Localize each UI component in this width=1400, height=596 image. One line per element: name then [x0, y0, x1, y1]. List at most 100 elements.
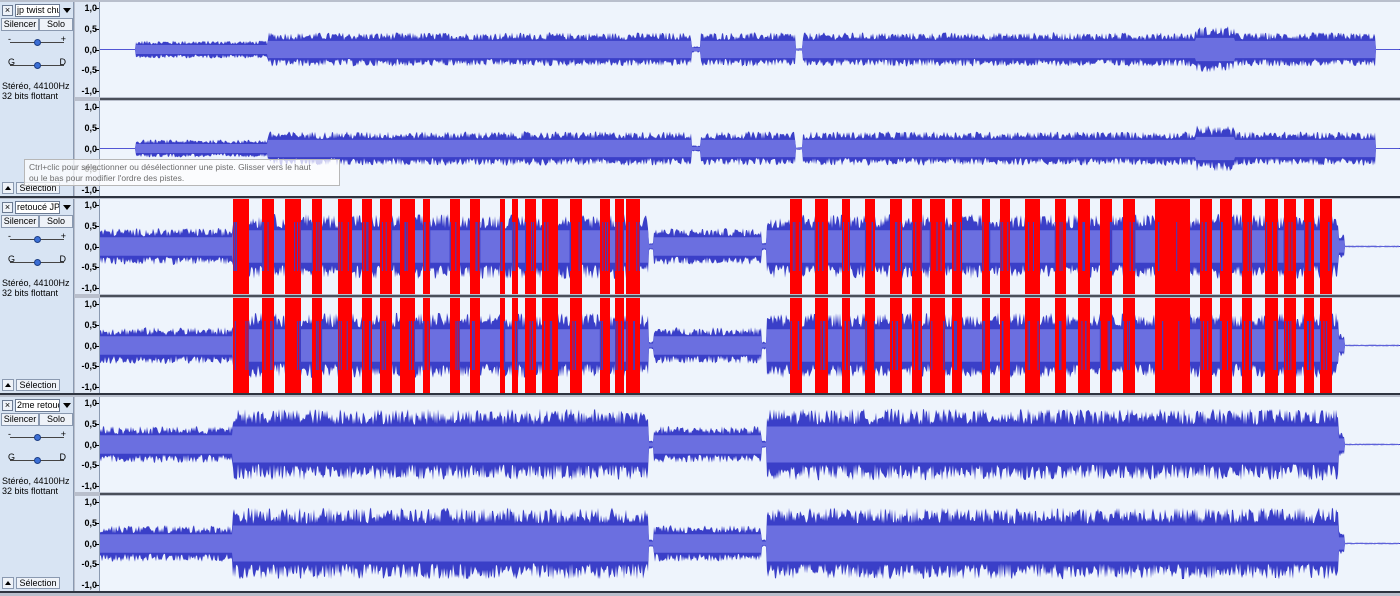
- chevron-down-icon[interactable]: [63, 403, 71, 408]
- ruler-tick: [95, 564, 99, 566]
- ruler-tick: [95, 246, 99, 248]
- collapse-track-button[interactable]: [2, 379, 14, 391]
- clipping-marker: [450, 298, 460, 393]
- clipping-marker: [285, 199, 301, 294]
- ruler-tick: [95, 465, 99, 467]
- clipping-marker: [1000, 199, 1010, 294]
- clipping-marker: [1320, 298, 1332, 393]
- ruler-tick: [95, 423, 99, 425]
- ruler-tick: [95, 387, 99, 388]
- track-format-bits: 32 bits flottant: [2, 288, 59, 298]
- waveform-channel[interactable]: [100, 298, 1400, 393]
- waveform-rms: [100, 37, 1399, 62]
- select-track-button[interactable]: Sélection: [16, 577, 60, 589]
- clipping-marker: [790, 298, 802, 393]
- gain-slider[interactable]: - +: [6, 429, 68, 442]
- waveform-channel[interactable]: [100, 496, 1400, 591]
- clipping-marker: [400, 298, 415, 393]
- ruler-tick: [95, 28, 99, 30]
- amplitude-ruler: 1,00,50,0-0,5-1,0: [75, 2, 100, 97]
- mute-button[interactable]: Silencer: [1, 413, 39, 426]
- ruler-tick: [95, 543, 99, 545]
- track-name-menu[interactable]: 2me retouch: [15, 399, 60, 412]
- clipping-marker: [1155, 199, 1190, 294]
- clipping-marker: [615, 298, 624, 393]
- ruler-tick: [95, 148, 99, 150]
- ruler-tick: [95, 8, 99, 9]
- clipping-marker: [338, 199, 352, 294]
- ruler-tick: [95, 502, 99, 503]
- track-name-menu[interactable]: jp twist chub: [15, 4, 60, 17]
- ruler-tick: [95, 205, 99, 206]
- waveform-svg: [100, 298, 1400, 393]
- waveform-channel[interactable]: [100, 2, 1400, 97]
- ruler-tick: [95, 403, 99, 404]
- chevron-down-icon[interactable]: [63, 8, 71, 13]
- track-name-menu[interactable]: retoucé JP: [15, 201, 60, 214]
- pan-slider-knob[interactable]: [34, 457, 41, 464]
- ruler-tick: [95, 91, 99, 92]
- waveform-channel[interactable]: [100, 397, 1400, 492]
- chevron-down-icon[interactable]: [63, 205, 71, 210]
- track-separator: [0, 591, 1400, 593]
- solo-button[interactable]: Solo: [39, 18, 73, 31]
- ruler-tick: [95, 304, 99, 305]
- close-track-button[interactable]: ×: [2, 5, 13, 16]
- solo-button[interactable]: Solo: [39, 215, 73, 228]
- clipping-marker: [450, 199, 460, 294]
- mute-button[interactable]: Silencer: [1, 215, 39, 228]
- clipping-marker: [470, 298, 480, 393]
- collapse-track-button[interactable]: [2, 182, 14, 194]
- pan-slider[interactable]: GD: [6, 452, 68, 465]
- ruler-tick: [95, 288, 99, 289]
- tooltip-line-1: Ctrl+clic pour sélectionner ou désélecti…: [29, 162, 311, 172]
- gain-slider[interactable]: - +: [6, 231, 68, 244]
- ruler-tick: [95, 444, 99, 446]
- clipping-marker: [470, 199, 480, 294]
- gain-slider[interactable]: - +: [6, 34, 68, 47]
- pan-slider[interactable]: GD: [6, 57, 68, 70]
- ruler-tick: [95, 70, 99, 72]
- clipping-marker: [1200, 298, 1212, 393]
- ruler-tick: [95, 366, 99, 368]
- clipping-marker: [285, 298, 301, 393]
- clipping-marker: [1000, 298, 1010, 393]
- clipping-marker: [1078, 298, 1090, 393]
- clipping-marker: [912, 298, 922, 393]
- clipping-marker: [1123, 199, 1135, 294]
- clipping-marker: [1100, 298, 1112, 393]
- collapse-track-button[interactable]: [2, 577, 14, 589]
- mute-solo-row: Silencer Solo: [1, 18, 73, 31]
- ruler-tick: [95, 345, 99, 347]
- ruler-tick: [95, 267, 99, 269]
- gain-slider-knob[interactable]: [34, 434, 41, 441]
- tooltip: Ctrl+clic pour sélectionner ou désélecti…: [24, 159, 340, 186]
- track-separator: [0, 393, 1400, 395]
- close-track-button[interactable]: ×: [2, 202, 13, 213]
- track-control-panel[interactable]: ×2me retouchSilencerSolo -+ GD Stéréo, 4410…: [0, 397, 74, 591]
- amplitude-ruler: 1,00,50,0-0,5-1,0: [75, 199, 100, 294]
- clipping-marker: [338, 298, 352, 393]
- close-track-button[interactable]: ×: [2, 400, 13, 411]
- clipping-marker: [1025, 199, 1040, 294]
- track-title-row: ×2me retouch: [1, 399, 73, 412]
- channel-separator: [100, 493, 1400, 495]
- track-format-info: Stéréo, 44100Hz: [2, 81, 70, 91]
- gain-slider-knob[interactable]: [34, 236, 41, 243]
- pan-slider[interactable]: GD: [6, 254, 68, 267]
- track-control-panel[interactable]: × retoucé JP Silencer Solo - + G D Stéréo, 44100…: [0, 199, 74, 393]
- waveform-channel[interactable]: [100, 199, 1400, 294]
- clipping-marker: [865, 199, 875, 294]
- solo-button[interactable]: Solo: [39, 413, 73, 426]
- gain-slider-knob[interactable]: [34, 39, 41, 46]
- pan-slider-knob[interactable]: [34, 62, 41, 69]
- select-track-button[interactable]: Sélection: [16, 379, 60, 391]
- pan-slider-knob[interactable]: [34, 259, 41, 266]
- ruler-tick: [95, 486, 99, 487]
- ruler-tick: [95, 225, 99, 227]
- mute-button[interactable]: Silencer: [1, 18, 39, 31]
- mute-solo-row: Silencer Solo: [1, 215, 73, 228]
- clipping-marker: [912, 199, 922, 294]
- ruler-tick: [95, 522, 99, 524]
- amplitude-ruler: 1,00,50,0-0,5-1,0: [75, 298, 100, 393]
